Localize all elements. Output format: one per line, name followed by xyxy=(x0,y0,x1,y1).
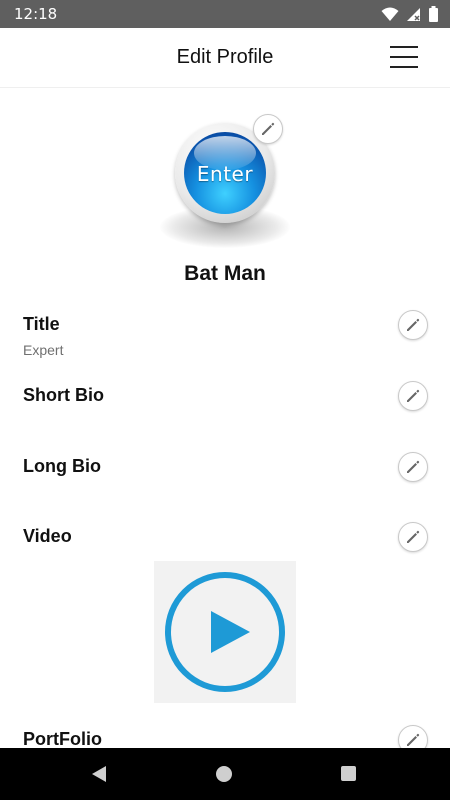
menu-icon[interactable] xyxy=(390,46,418,68)
title-edit-button[interactable] xyxy=(398,310,428,340)
status-time: 12:18 xyxy=(14,5,58,23)
page-title: Edit Profile xyxy=(176,46,274,68)
home-icon[interactable] xyxy=(216,766,232,782)
profile-name: Bat Man xyxy=(184,262,266,285)
pencil-icon xyxy=(407,530,420,543)
avatar-edit-button[interactable] xyxy=(253,114,283,144)
pencil-icon xyxy=(262,122,275,135)
long-bio-label: Long Bio xyxy=(23,456,101,476)
short-bio-label: Short Bio xyxy=(23,385,104,405)
video-thumbnail[interactable] xyxy=(154,561,296,703)
play-icon xyxy=(165,572,285,692)
long-bio-edit-button[interactable] xyxy=(398,452,428,482)
avatar-text: Enter xyxy=(196,162,254,186)
portfolio-label: PortFolio xyxy=(23,729,102,749)
title-value: Expert xyxy=(23,342,64,358)
pencil-icon xyxy=(407,389,420,402)
status-bar: 12:18 xyxy=(0,0,450,28)
recents-icon[interactable] xyxy=(341,766,356,781)
video-edit-button[interactable] xyxy=(398,522,428,552)
back-icon[interactable] xyxy=(91,765,107,788)
wifi-icon xyxy=(381,7,399,22)
app-bar: Edit Profile xyxy=(0,28,450,88)
signal-icon xyxy=(407,7,421,22)
pencil-icon xyxy=(407,318,420,331)
system-nav-bar xyxy=(0,748,450,800)
pencil-icon xyxy=(407,733,420,746)
short-bio-edit-button[interactable] xyxy=(398,381,428,411)
status-icons xyxy=(381,6,438,22)
battery-icon xyxy=(429,6,438,22)
video-label: Video xyxy=(23,526,72,546)
pencil-icon xyxy=(407,460,420,473)
title-label: Title xyxy=(23,314,60,334)
